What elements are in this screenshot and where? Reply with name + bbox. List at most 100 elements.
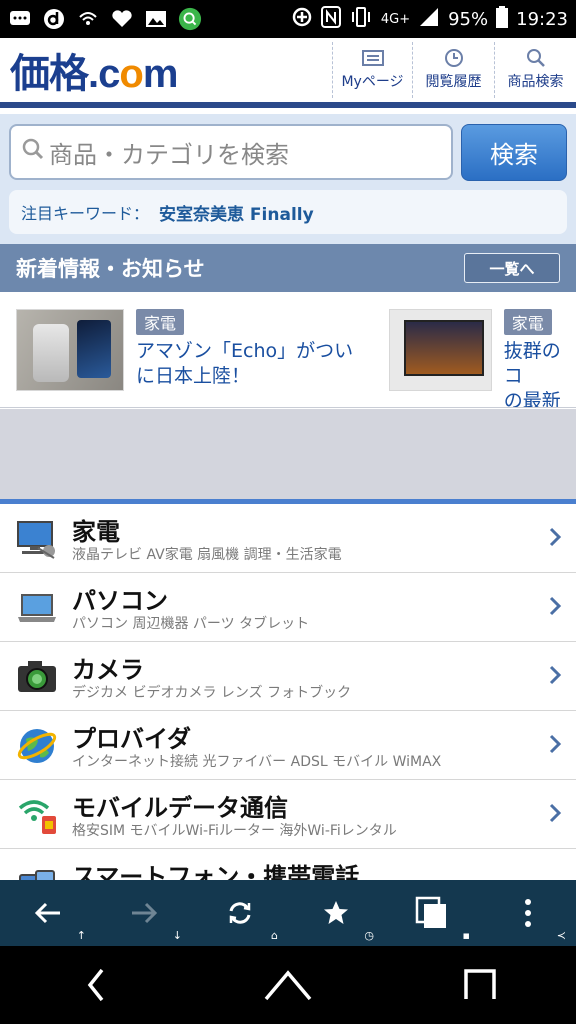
nav-recents-button[interactable] [450,960,510,1010]
keyword-bar: 注目キーワード： 安室奈美恵 Finally [9,190,567,234]
category-item-smartphone[interactable]: スマートフォン・携帯電話 [0,849,576,880]
alarm-small-icon: ◷ [364,929,374,942]
mypage-label: Myページ [341,74,404,90]
clock: 19:23 [516,8,568,30]
chevron-right-icon [548,733,562,755]
search-input-icon [21,137,45,167]
news-title: 新着情報・お知らせ [16,257,205,281]
category-name: 家電 [72,518,120,546]
category-item-provider[interactable]: プロバイダ インターネット接続 光ファイバー ADSL モバイル WiMAX [0,711,576,780]
category-subtitle: 液晶テレビ AV家電 扇風機 調理・生活家電 [72,547,342,563]
news-headline-line2: の最新派 [503,390,561,408]
wifi-sim-icon [16,794,58,836]
d-app-icon [42,8,66,30]
chevron-right-icon [548,595,562,617]
keyword-label: 注目キーワード： [21,204,150,223]
product-search-link[interactable]: 商品検索 [494,42,576,98]
laptop-icon [16,587,58,629]
heart-icon [110,8,134,30]
vibrate-icon [349,6,373,33]
logo-m: m [142,52,179,96]
browser-toolbar: ↑ ↓ ⌂ ◷ ▪ ≺ [0,880,576,946]
nav-back-icon [87,968,104,1002]
news-item[interactable]: 家電 抜群のコ の最新派 [389,309,576,408]
forward-button[interactable]: ↓ [96,880,192,946]
more-vert-icon [525,899,531,927]
reload-button[interactable]: ⌂ [192,880,288,946]
ad-placeholder [0,409,576,499]
arrow-right-icon [132,902,158,924]
message-icon [8,8,32,30]
search-icon [525,49,547,67]
smartphone-icon [16,863,58,880]
search-input[interactable]: 商品・カテゴリを検索 [9,124,453,180]
news-header: 新着情報・お知らせ 一覧へ [0,244,576,292]
search-area: 商品・カテゴリを検索 検索 注目キーワード： 安室奈美恵 Finally [0,114,576,244]
category-item-pc[interactable]: パソコン パソコン 周辺機器 パーツ タブレット [0,573,576,642]
system-nav-bar [0,946,576,1024]
tabs-button[interactable]: ▪ [384,880,480,946]
category-name: カメラ [72,656,144,684]
back-button[interactable]: ↑ [0,880,96,946]
arrow-left-icon [34,902,60,924]
category-subtitle: デジカメ ビデオカメラ レンズ フォトブック [72,685,352,701]
news-thumbnail [16,309,124,391]
category-item-home-appliance[interactable]: 家電 液晶テレビ AV家電 扇風機 調理・生活家電 [0,504,576,573]
mypage-icon [361,49,384,67]
signal-icon [418,6,440,33]
wifi-calling-icon [76,8,100,30]
logo-com: com [98,52,179,97]
bookmark-button[interactable]: ◷ [288,880,384,946]
nav-back-button[interactable] [66,960,126,1010]
product-search-label: 商品検索 [507,74,564,90]
logo-c: c [98,52,120,96]
history-link[interactable]: 閲覧履歴 [412,42,494,98]
category-item-camera[interactable]: カメラ デジカメ ビデオカメラ レンズ フォトブック [0,642,576,711]
arrow-down-small-icon: ↓ [172,929,182,942]
nfc-icon [320,5,341,33]
nav-recents-icon [464,969,496,999]
battery-percent: 95% [448,8,489,30]
news-carousel[interactable]: 家電 アマゾン「Echo」がつい に日本上陸！ 家電 抜群のコ の最新派 [0,292,576,408]
news-item[interactable]: 家電 アマゾン「Echo」がつい に日本上陸！ [16,309,353,391]
tabs-icon [415,896,446,928]
nav-home-button[interactable] [258,960,318,1010]
news-more-button[interactable]: 一覧へ [464,253,560,283]
search-placeholder: 商品・カテゴリを検索 [49,140,289,169]
home-appliance-icon [16,518,58,560]
category-item-mobile-data[interactable]: モバイルデータ通信 格安SIM モバイルWi-Fiルーター 海外Wi-Fiレンタ… [0,780,576,849]
network-type: 4G+ [380,11,411,27]
image-icon [144,8,168,30]
news-headline: 抜群のコ の最新派 [503,339,576,408]
news-headline-line1: 抜群のコ [503,340,561,387]
category-subtitle: インターネット接続 光ファイバー ADSL モバイル WiMAX [72,754,442,770]
logo-kakaku-text: 価格 [10,52,89,96]
news-headline: アマゾン「Echo」がつい に日本上陸！ [136,339,353,389]
chevron-right-icon [548,802,562,824]
home-small-icon: ⌂ [271,929,278,942]
search-app-icon [178,7,202,31]
star-icon [324,901,348,924]
category-list: 家電 液晶テレビ AV家電 扇風機 調理・生活家電 パソコン パソコン 周辺機器… [0,504,576,880]
keyword-link[interactable]: 安室奈美恵 Finally [159,200,314,225]
menu-button[interactable]: ≺ [480,880,576,946]
news-tag: 家電 [136,309,185,335]
news-thumbnail [389,309,492,391]
category-subtitle: パソコン 周辺機器 パーツ タブレット [72,616,310,632]
arrow-up-small-icon: ↑ [76,929,86,942]
header-nav: Myページ 閲覧履歴 商品検索 [332,42,576,98]
site-header: 価格 . com Myページ 閲覧履歴 商品検索 [0,38,576,108]
category-name: プロバイダ [72,725,192,753]
search-button[interactable]: 検索 [461,124,567,181]
chevron-right-icon [548,664,562,686]
category-name: スマートフォン・携帯電話 [72,863,360,880]
news-tag: 家電 [503,309,552,335]
globe-icon [16,725,58,767]
tab-count-small-icon: ▪ [462,929,470,942]
data-saver-icon [291,6,313,33]
history-clock-icon [443,49,465,67]
kakaku-logo[interactable]: 価格 . com [0,41,179,99]
nav-home-icon [264,970,312,1001]
chevron-right-icon [548,526,562,548]
mypage-link[interactable]: Myページ [332,42,412,98]
